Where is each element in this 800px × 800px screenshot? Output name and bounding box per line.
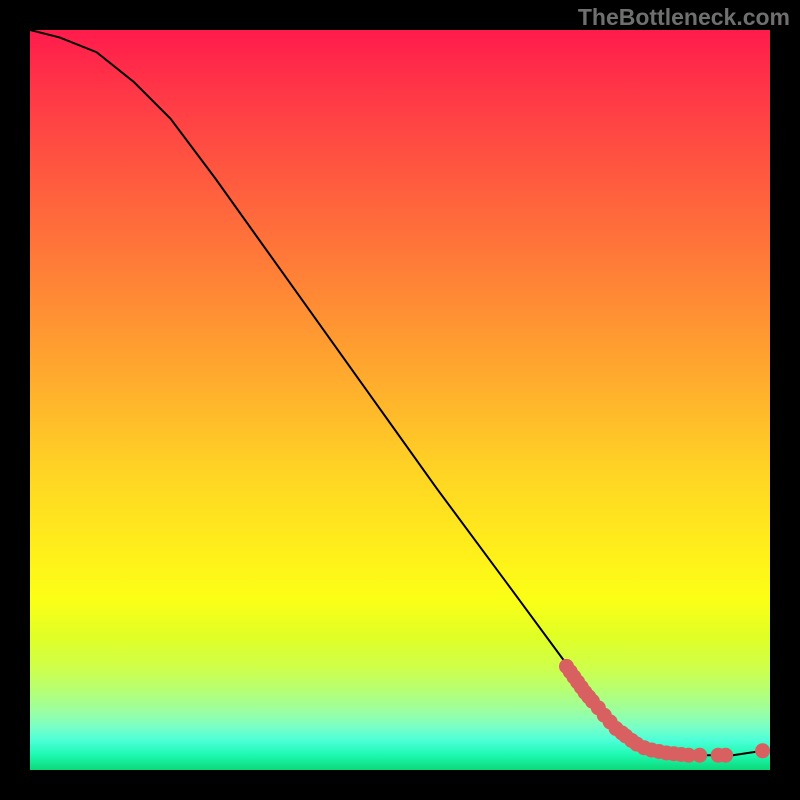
data-point: [755, 743, 770, 758]
data-points: [559, 659, 770, 763]
data-point: [692, 748, 707, 763]
chart-frame: TheBottleneck.com: [0, 0, 800, 800]
curve-line: [30, 30, 763, 755]
data-point: [718, 748, 733, 763]
chart-overlay: [30, 30, 770, 770]
watermark-text: TheBottleneck.com: [578, 4, 790, 31]
plot-area: [30, 30, 770, 770]
